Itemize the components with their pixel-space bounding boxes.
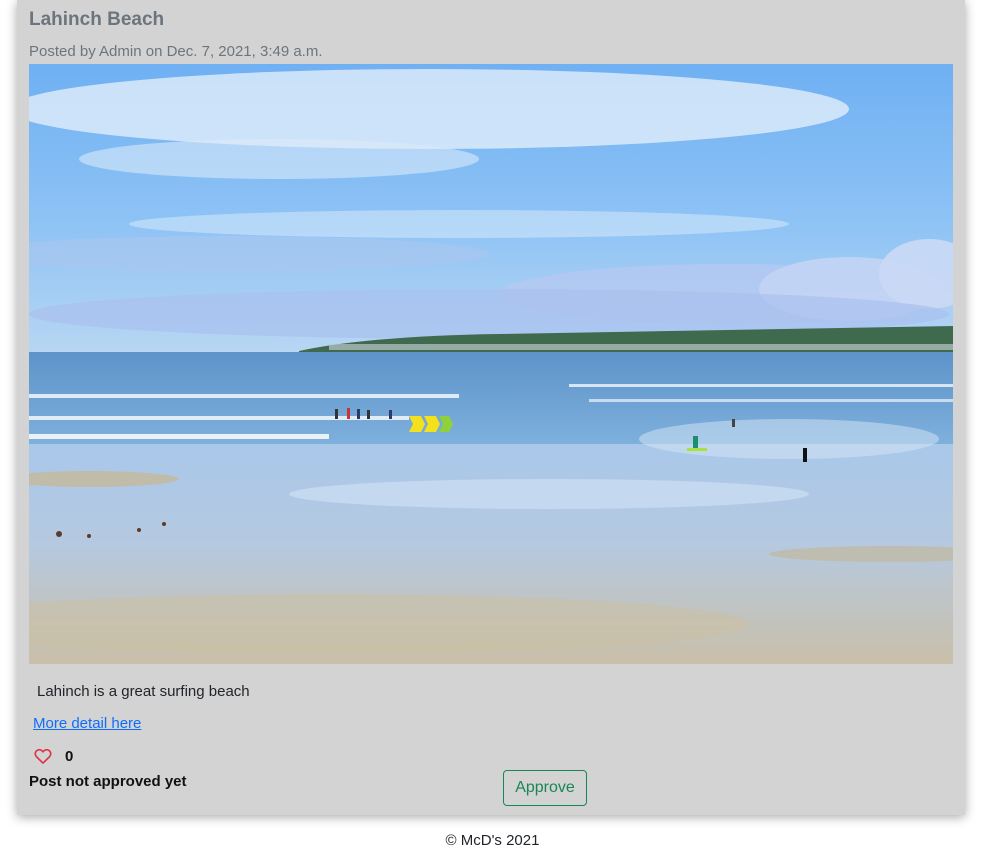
- post-excerpt: Lahinch is a great surfing beach: [37, 683, 250, 700]
- approve-button[interactable]: Approve: [503, 770, 587, 806]
- approval-status: Post not approved yet: [29, 773, 187, 790]
- heart-outline-icon[interactable]: [33, 746, 53, 766]
- like-section: 0: [33, 746, 73, 766]
- more-detail-link[interactable]: More detail here: [33, 715, 141, 732]
- post-image: [29, 64, 953, 664]
- footer-copyright: © McD's 2021: [445, 832, 540, 849]
- post-card: Lahinch Beach Posted by Admin on Dec. 7,…: [17, 0, 965, 815]
- like-count: 0: [65, 747, 74, 765]
- post-meta: Posted by Admin on Dec. 7, 2021, 3:49 a.…: [29, 43, 323, 60]
- post-title: Lahinch Beach: [29, 9, 165, 30]
